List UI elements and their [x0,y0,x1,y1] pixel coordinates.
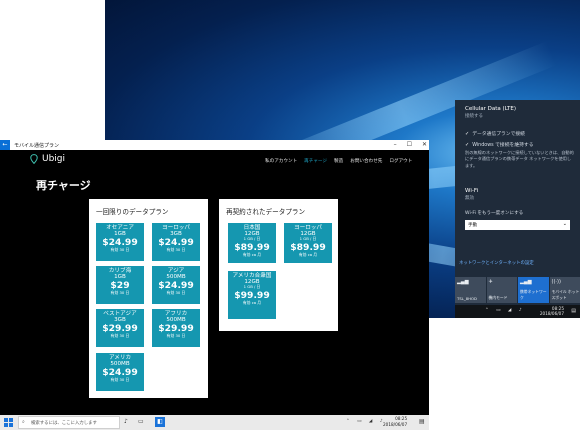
tray-date: 2018/06/07 [539,311,564,317]
app-header: Ubigi 私のアカウント 再チャージ 製造 お問い合わせ先 ログアウト [0,150,429,172]
plan-card[interactable]: アフリカ 500MB $29.99 有効 30 日 [152,309,200,347]
brand-logo[interactable]: Ubigi [30,154,65,164]
nav-my-account[interactable]: 私のアカウント [265,158,297,164]
cellular-section[interactable]: Cellular Data (LTE) 接続する [465,106,516,119]
taskbar-search-input[interactable]: ⌕ 検索するには、ここに入力します [18,416,120,429]
tile-cellular[interactable]: ▂▄▆ 携帯ネットワーク [518,277,549,303]
cellular-icon: ▂▄▆ [520,279,532,285]
taskbar: ⌕ 検索するには、ここに入力します ♪ ▭ ◧ ⌃ ▭ ◢ ♪ 08:25 20… [0,415,429,430]
connect-plan-label: データ通信プランで接続 [472,132,525,137]
plan-validity: 有効 30 日 [110,247,130,253]
plan-card[interactable]: アメリカ合衆国 12GB 1 GB / 日 $99.99 有効 ca 月 [228,271,276,319]
close-icon[interactable]: ✕ [422,141,427,148]
plan-card[interactable]: ベストアジア 3GB $29.99 有効 30 日 [96,309,144,347]
nav-contact[interactable]: お問い合わせ先 [350,158,382,164]
search-icon: ⌕ [22,419,25,425]
desktop-taskbar-tray: ⌃ ▭ ◢ ♪ 08:25 2018/06/07 ▤ [455,305,580,318]
plan-validity: 有効 30 日 [110,377,130,383]
tray-clock[interactable]: 08:25 2018/06/07 [540,306,564,317]
plan-validity: 有効 30 日 [166,333,186,339]
cellular-info-text: 別の無線のネットワークに接続していないときは、自動的にデータ通信プランの携帯デー… [465,150,574,168]
tile-airplane[interactable]: ✈ 機内モード [486,277,517,303]
network-settings-link[interactable]: ネットワークとインターネットの設定 [459,260,534,266]
chevron-down-icon: ⌄ [562,221,567,227]
hotspot-icon: ((·)) [551,279,561,285]
location-pin-icon [30,154,38,164]
panel-title: 一回限りのデータプラン [96,208,169,216]
plan-validity: 有効 30 日 [166,290,186,296]
plan-validity: 有効 ca 月 [298,251,318,257]
wifi-section[interactable]: Wi-Fi 無効 [465,188,478,201]
title-bar: ← モバイル通信プラン – ☐ ✕ [0,140,429,150]
maximize-icon[interactable]: ☐ [407,141,412,148]
check-icon: ✓ [465,141,470,148]
minimize-icon[interactable]: – [394,141,397,148]
network-flyout: Cellular Data (LTE) 接続する ✓ データ通信プランで接続 ✓… [455,100,580,305]
tile-label: TSL_8HOD [457,296,477,301]
windows-keep-label: Windows で接続を維持する [472,143,534,148]
tile-label: 機内モード [488,295,508,300]
plan-card[interactable]: カリブ海 1GB $29 有効 30 日 [96,266,144,304]
cellular-status: 接続する [465,114,483,119]
search-placeholder: 検索するには、ここに入力します [31,421,97,426]
nav-devices[interactable]: 製造 [334,158,343,164]
tile-label: 携帯ネットワーク [520,289,547,300]
plan-card[interactable]: 日本国 12GB 1 GB / 日 $89.99 有効 ca 月 [228,223,276,263]
quick-action-tiles: ▂▄▆ TSL_8HOD ✈ 機内モード ▂▄▆ 携帯ネットワーク ((·)) … [455,277,580,303]
back-arrow-icon: ← [2,141,8,148]
check-icon: ✓ [465,130,470,137]
windows-keep-option[interactable]: ✓ Windows で接続を維持する [465,141,534,149]
cellular-title: Cellular Data (LTE) [465,106,516,112]
renewable-plans-panel: 再契約されたデータプラン 日本国 12GB 1 GB / 日 $89.99 有効… [219,199,338,331]
plan-validity: 有効 ca 月 [242,251,262,257]
mic-icon[interactable]: ♪ [124,418,128,425]
window-title: モバイル通信プラン [14,143,60,149]
wifi-title: Wi-Fi [465,188,479,194]
nav-logout[interactable]: ログアウト [389,158,412,164]
tile-label: モバイル ホットスポット [551,289,580,300]
plan-validity: 有効 ca 月 [242,299,262,305]
tile-hotspot[interactable]: ((·)) モバイル ホットスポット [549,277,580,303]
wifi-reenable-label: Wi-Fi をもう一度オンにする [465,211,524,216]
taskbar-clock[interactable]: 08:25 2018/06/07 [383,416,407,427]
one-time-plans-panel: 一回限りのデータプラン オセアニア 1GB $24.99 有効 30 日 ヨーロ… [89,199,208,398]
windows-start-icon[interactable] [4,418,13,427]
plan-validity: 有効 30 日 [110,290,130,296]
airplane-icon: ✈ [488,279,493,285]
tray-icons[interactable]: ⌃ ▭ ◢ ♪ [485,308,525,313]
plan-card[interactable]: アメリカ 500MB $24.99 有効 30 日 [96,353,144,391]
wifi-select-value: 手動 [468,223,478,228]
brand-name: Ubigi [42,154,66,164]
task-view-icon[interactable]: ▭ [138,418,144,425]
page-title: 再チャージ [36,179,91,192]
tray-icons[interactable]: ⌃ ▭ ◢ ♪ [346,419,386,424]
store-icon[interactable]: ◧ [155,417,165,427]
wifi-status: 無効 [465,196,474,201]
plan-card[interactable]: ヨーロッパ 12GB 1 GB / 日 $89.99 有効 ca 月 [284,223,332,263]
connect-plan-option[interactable]: ✓ データ通信プランで接続 [465,130,525,138]
window-controls: – ☐ ✕ [394,141,427,148]
notification-icon[interactable]: ▤ [571,308,576,314]
taskbar-date: 2018/06/07 [383,421,408,427]
plan-card[interactable]: アジア 500MB $24.99 有効 30 日 [152,266,200,304]
panel-title: 再契約されたデータプラン [226,208,306,216]
plan-validity: 有効 30 日 [166,247,186,253]
plan-card[interactable]: オセアニア 1GB $24.99 有効 30 日 [96,223,144,261]
tile-tsl[interactable]: ▂▄▆ TSL_8HOD [455,277,486,303]
main-nav: 私のアカウント 再チャージ 製造 お問い合わせ先 ログアウト [265,158,412,164]
nav-recharge[interactable]: 再チャージ [304,158,327,164]
app-window: ← モバイル通信プラン – ☐ ✕ Ubigi 私のアカウント 再チャージ 製造… [0,140,429,415]
plan-validity: 有効 30 日 [110,333,130,339]
plan-card[interactable]: ヨーロッパ 3GB $24.99 有効 30 日 [152,223,200,261]
wifi-reenable-select[interactable]: 手動 ⌄ [465,220,570,230]
cellular-icon: ▂▄▆ [457,279,469,285]
back-button[interactable]: ← [0,140,10,150]
notification-icon[interactable]: ▤ [419,418,425,425]
